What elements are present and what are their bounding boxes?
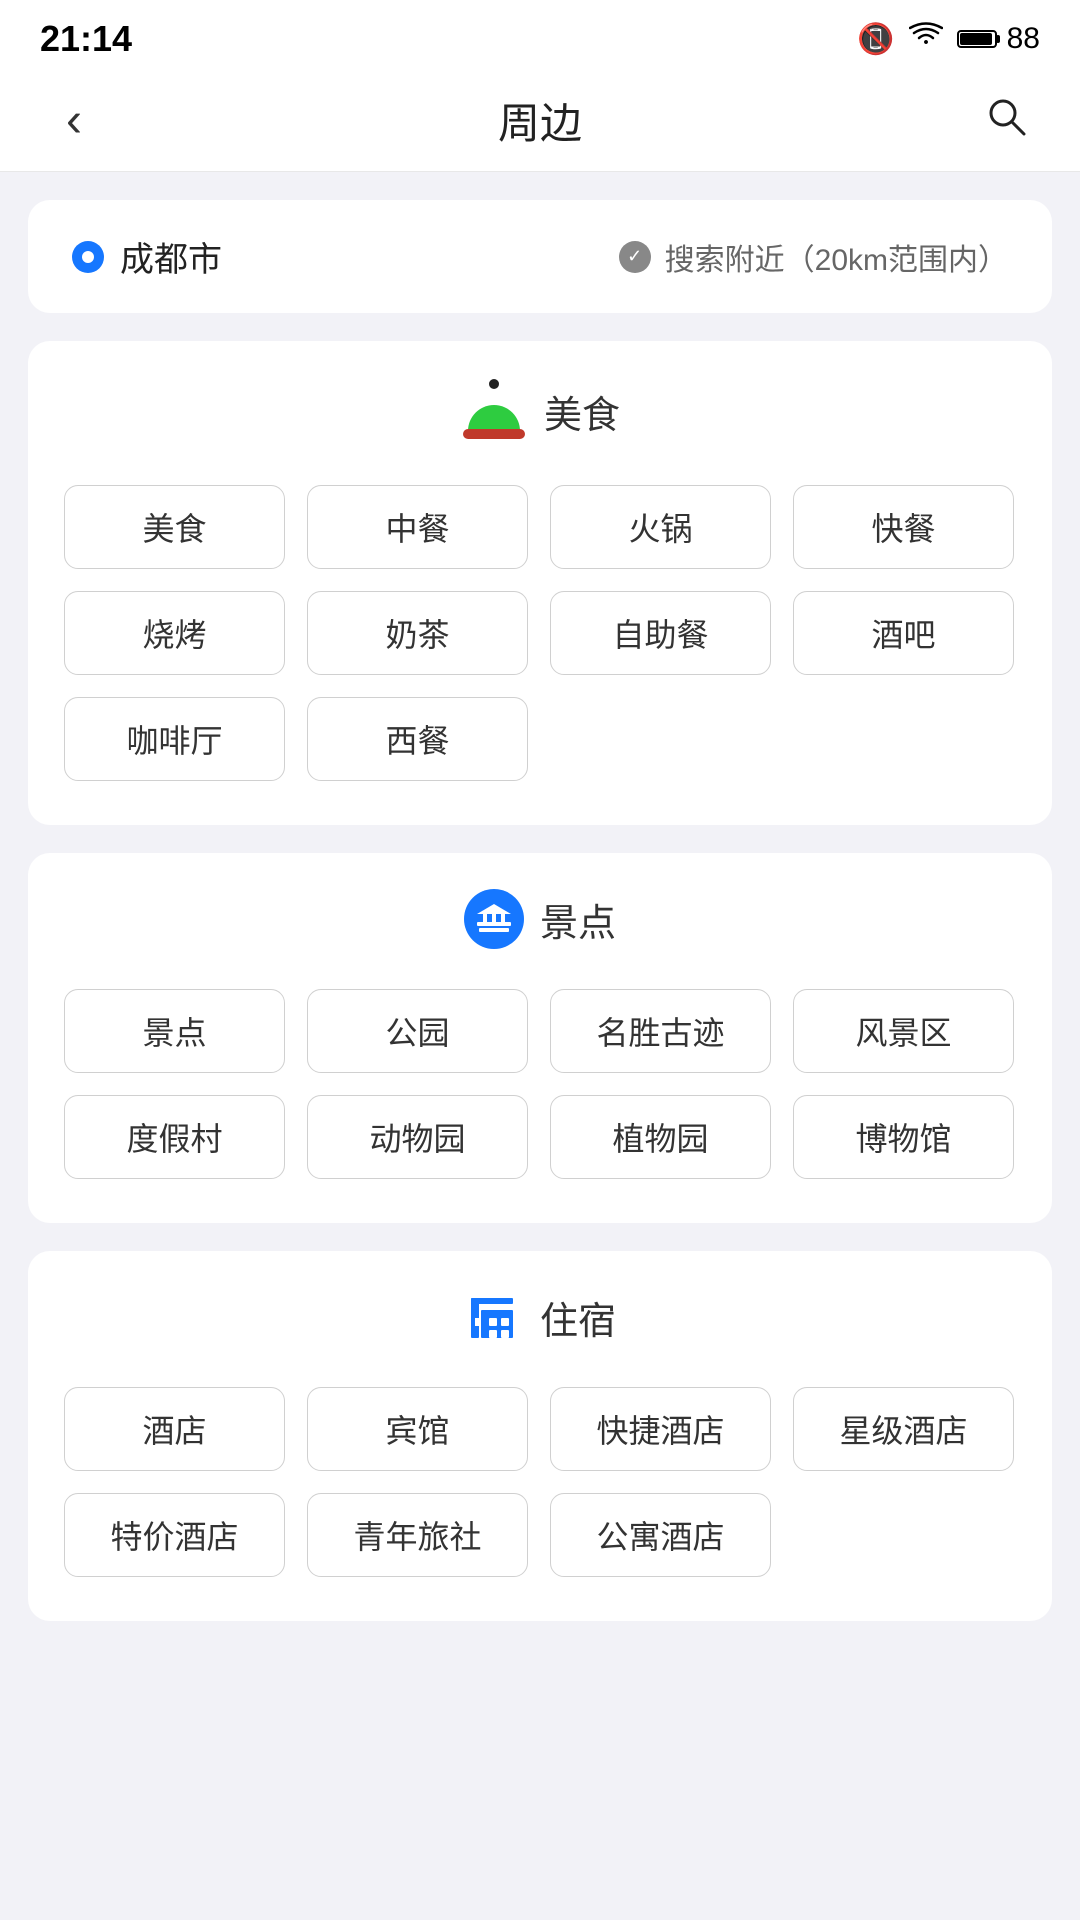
tags-grid-hotel: 酒店 宾馆 快捷酒店 星级酒店 特价酒店 青年旅社 公寓酒店 (64, 1387, 1016, 1577)
section-title-food: 美食 (544, 384, 620, 439)
tag-btn-动物园[interactable]: 动物园 (307, 1095, 528, 1179)
wifi-icon (909, 22, 943, 56)
tags-grid-food: 美食 中餐 火锅 快餐 烧烤 奶茶 自助餐 酒吧 咖啡厅 西餐 (64, 485, 1016, 781)
tag-btn-烧烤[interactable]: 烧烤 (64, 591, 285, 675)
battery-icon: 88 (957, 22, 1040, 56)
tag-btn-星级酒店[interactable]: 星级酒店 (793, 1387, 1014, 1471)
back-button[interactable]: ‹ (44, 93, 104, 148)
phone-icon: 📵 (857, 22, 894, 57)
search-button[interactable] (976, 94, 1036, 148)
location-bar: 成都市 ✓ 搜索附近（20km范围内） (28, 200, 1052, 313)
section-header-hotel: 住宿 (64, 1287, 1016, 1347)
page-title: 周边 (104, 90, 976, 151)
food-category-icon (460, 377, 528, 445)
tag-btn-美食[interactable]: 美食 (64, 485, 285, 569)
tag-btn-快捷酒店[interactable]: 快捷酒店 (550, 1387, 771, 1471)
tag-btn-景点[interactable]: 景点 (64, 989, 285, 1073)
tag-btn-特价酒店[interactable]: 特价酒店 (64, 1493, 285, 1577)
tag-btn-青年旅社[interactable]: 青年旅社 (307, 1493, 528, 1577)
tag-btn-西餐[interactable]: 西餐 (307, 697, 528, 781)
tag-btn-酒吧[interactable]: 酒吧 (793, 591, 1014, 675)
tag-btn-宾馆[interactable]: 宾馆 (307, 1387, 528, 1471)
tag-btn-酒店[interactable]: 酒店 (64, 1387, 285, 1471)
section-title-attraction: 景点 (540, 892, 616, 947)
tag-btn-公寓酒店[interactable]: 公寓酒店 (550, 1493, 771, 1577)
tag-btn-奶茶[interactable]: 奶茶 (307, 591, 528, 675)
city-name: 成都市 (120, 232, 222, 281)
tag-btn-植物园[interactable]: 植物园 (550, 1095, 771, 1179)
tag-btn-火锅[interactable]: 火锅 (550, 485, 771, 569)
tag-btn-快餐[interactable]: 快餐 (793, 485, 1014, 569)
attraction-category-icon (464, 889, 524, 949)
section-header-attraction: 景点 (64, 889, 1016, 949)
status-time: 21:14 (40, 18, 132, 60)
section-hotel: 住宿 酒店 宾馆 快捷酒店 星级酒店 特价酒店 青年旅社 公寓酒店 (28, 1251, 1052, 1621)
header: ‹ 周边 (0, 70, 1080, 172)
search-range-text: 搜索附近（20km范围内） (665, 235, 1008, 279)
tag-btn-咖啡厅[interactable]: 咖啡厅 (64, 697, 285, 781)
tags-grid-attraction: 景点 公园 名胜古迹 风景区 度假村 动物园 植物园 博物馆 (64, 989, 1016, 1179)
tag-btn-名胜古迹[interactable]: 名胜古迹 (550, 989, 771, 1073)
tag-btn-自助餐[interactable]: 自助餐 (550, 591, 771, 675)
section-attraction: 景点 景点 公园 名胜古迹 风景区 度假村 动物园 植物园 博物馆 (28, 853, 1052, 1223)
search-range[interactable]: ✓ 搜索附近（20km范围内） (619, 235, 1008, 279)
tag-btn-度假村[interactable]: 度假村 (64, 1095, 285, 1179)
tag-btn-中餐[interactable]: 中餐 (307, 485, 528, 569)
hotel-category-icon (464, 1287, 524, 1347)
city-location[interactable]: 成都市 (72, 232, 222, 281)
tag-btn-博物馆[interactable]: 博物馆 (793, 1095, 1014, 1179)
check-icon: ✓ (619, 241, 651, 273)
section-title-hotel: 住宿 (540, 1290, 616, 1345)
battery-level: 88 (1007, 22, 1040, 56)
status-bar: 21:14 📵 88 (0, 0, 1080, 70)
section-header-food: 美食 (64, 377, 1016, 445)
section-food: 美食 美食 中餐 火锅 快餐 烧烤 奶茶 自助餐 酒吧 咖啡厅 西餐 (28, 341, 1052, 825)
location-dot-icon (72, 241, 104, 273)
status-icons: 📵 88 (857, 22, 1040, 57)
tag-btn-公园[interactable]: 公园 (307, 989, 528, 1073)
tag-btn-风景区[interactable]: 风景区 (793, 989, 1014, 1073)
